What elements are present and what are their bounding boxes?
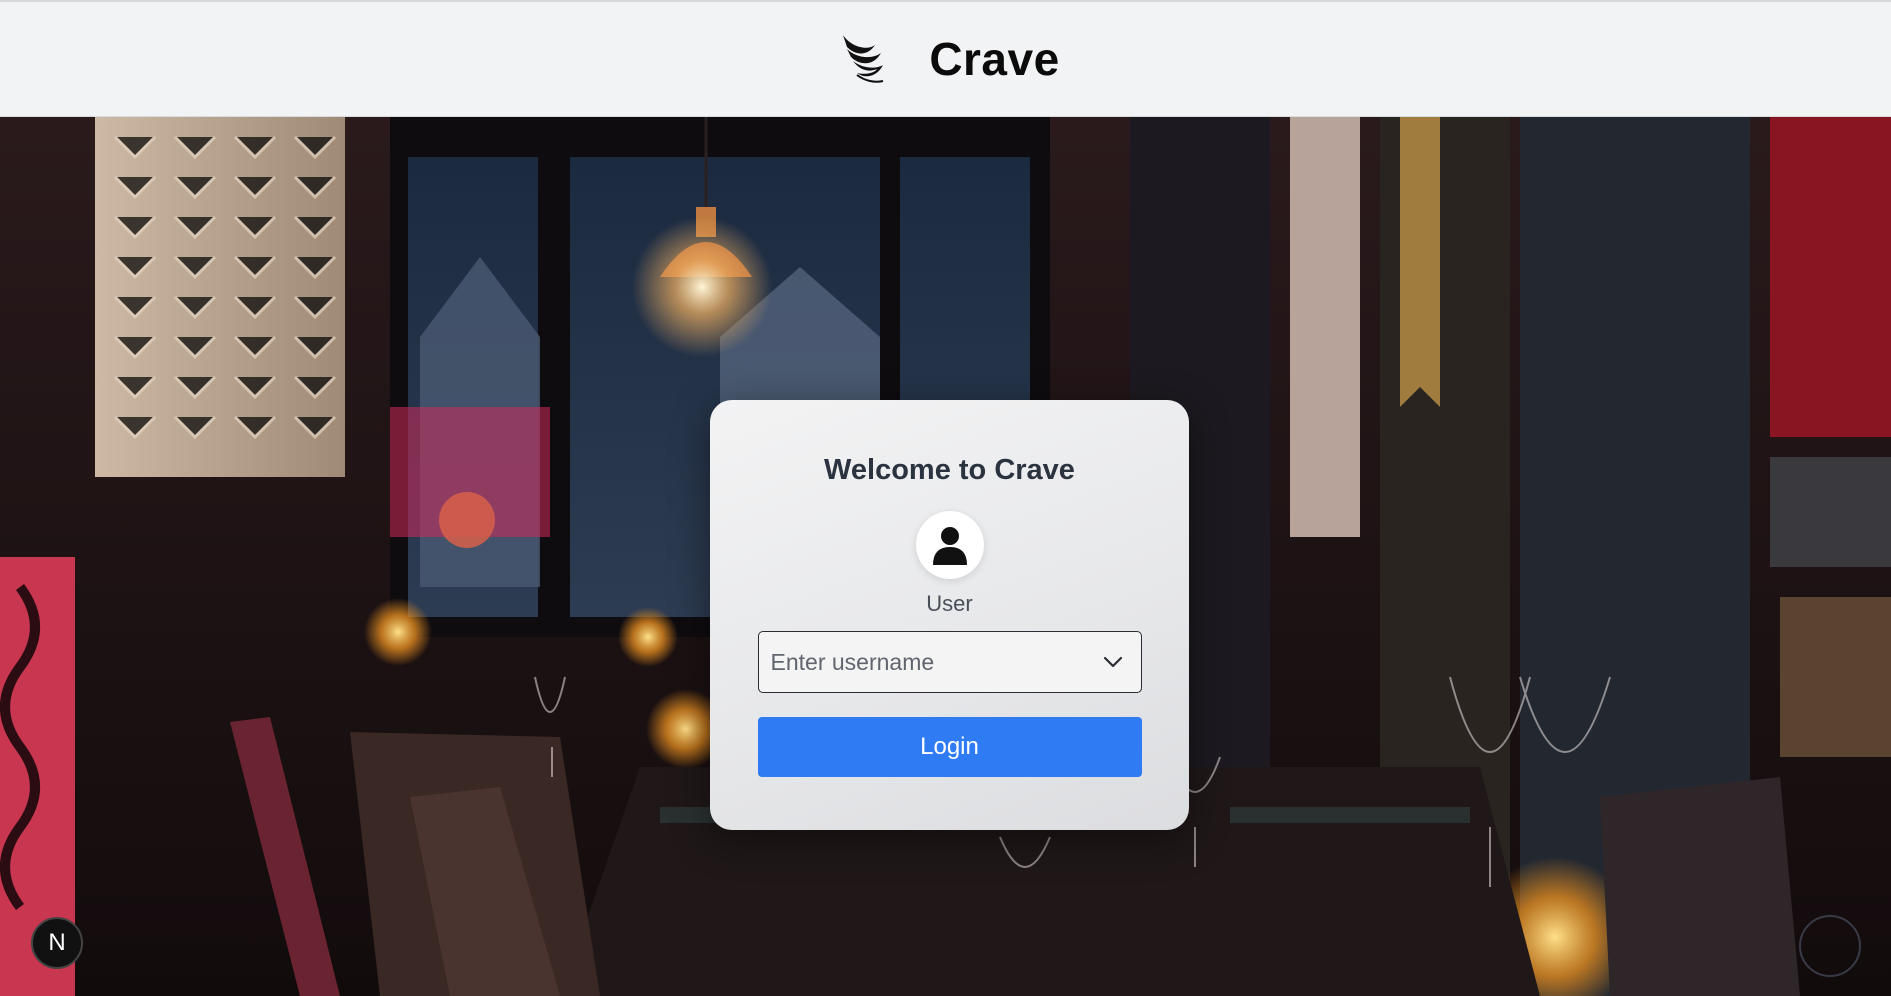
role-label: User xyxy=(926,591,973,616)
corner-ring xyxy=(1799,915,1861,977)
login-button[interactable]: Login xyxy=(757,717,1142,777)
username-placeholder: Enter username xyxy=(770,648,935,675)
brand[interactable]: Crave xyxy=(837,32,1059,86)
username-select[interactable]: Enter username xyxy=(757,631,1142,693)
user-icon xyxy=(932,527,967,565)
brand-name: Crave xyxy=(929,33,1060,85)
login-card: Welcome to Crave User Enter username Log… xyxy=(710,400,1189,830)
top-header: Crave xyxy=(0,0,1891,117)
dev-indicator-button[interactable]: N xyxy=(31,917,83,969)
chevron-down-icon xyxy=(1103,656,1122,668)
avatar xyxy=(915,511,984,579)
app-root: Crave Welcome to Crave User Enter userna… xyxy=(0,0,1891,996)
bird-wing-icon xyxy=(843,35,884,83)
login-title: Welcome to Crave xyxy=(824,454,1075,486)
